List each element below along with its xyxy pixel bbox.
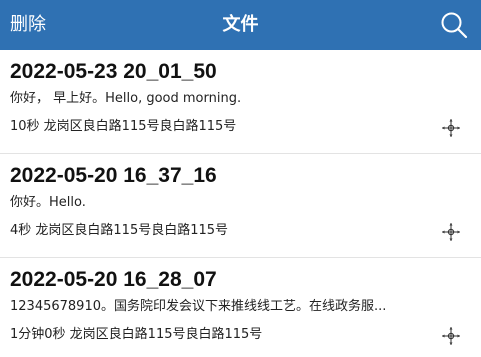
item-text: 你好， 早上好。Hello, good morning.	[10, 91, 242, 106]
item-text: 12345678910。国务院印发会议下来推线线工艺。在线政务服...	[10, 299, 387, 314]
move-button[interactable]	[439, 324, 463, 348]
page-title: 文件	[222, 14, 259, 35]
file-list-screen: 删除 文件 2022-05-23 20_01_50 你好， 早上好。Hello,…	[0, 0, 481, 357]
item-meta: 1分钟0秒 龙岗区良白路115号良白路115号	[10, 327, 263, 342]
item-meta: 4秒 龙岗区良白路115号良白路115号	[10, 223, 229, 238]
move-button[interactable]	[439, 116, 463, 140]
delete-button[interactable]: 删除	[10, 12, 46, 38]
item-meta: 10秒 龙岗区良白路115号良白路115号	[10, 119, 237, 134]
list-item[interactable]: 2022-05-20 16_37_16 你好。Hello. 4秒 龙岗区良白路1…	[0, 154, 481, 258]
navbar: 删除 文件	[0, 0, 481, 50]
move-icon	[442, 327, 460, 345]
item-title: 2022-05-23 20_01_50	[10, 60, 217, 83]
move-icon	[442, 119, 460, 137]
move-button[interactable]	[439, 220, 463, 244]
item-title: 2022-05-20 16_37_16	[10, 164, 217, 187]
search-button[interactable]	[439, 10, 469, 40]
search-icon	[441, 12, 468, 39]
item-text: 你好。Hello.	[10, 195, 86, 210]
list-item[interactable]: 2022-05-23 20_01_50 你好， 早上好。Hello, good …	[0, 50, 481, 154]
item-title: 2022-05-20 16_28_07	[10, 268, 217, 291]
list-item[interactable]: 2022-05-20 16_28_07 12345678910。国务院印发会议下…	[0, 258, 481, 357]
file-list: 2022-05-23 20_01_50 你好， 早上好。Hello, good …	[0, 50, 481, 357]
move-icon	[442, 223, 460, 241]
